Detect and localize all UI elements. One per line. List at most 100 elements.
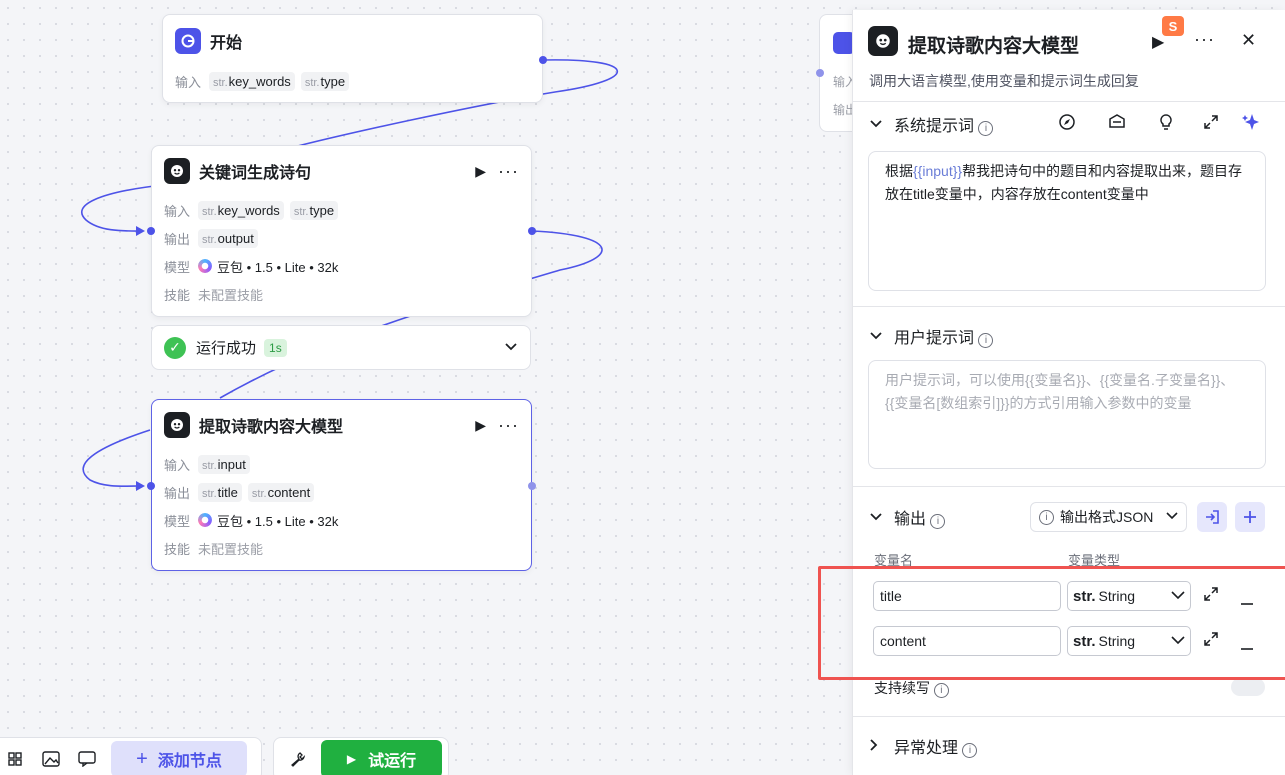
output-variable-type-select[interactable]: str. String (1067, 581, 1191, 611)
chevron-down-icon (1171, 589, 1185, 603)
chevron-down-icon[interactable] (870, 329, 882, 343)
variable-tag: str.title (198, 482, 242, 502)
skill-row: 技能 未配置技能 (152, 280, 531, 308)
user-prompt-editor[interactable]: 用户提示词，可以使用{{变量名}}、{{变量名.子变量名}}、{{变量名[数组索… (868, 360, 1266, 469)
chevron-down-icon (1166, 511, 1178, 523)
remove-icon[interactable] (1240, 638, 1254, 654)
input-row: 输入 str.key_words str.type (163, 67, 542, 95)
more-icon[interactable]: ··· (498, 415, 519, 436)
add-node-button[interactable]: + 添加节点 (111, 741, 247, 775)
output-port[interactable] (539, 56, 547, 64)
input-port[interactable] (147, 482, 155, 490)
output-variable-type-select[interactable]: str. String (1067, 626, 1191, 656)
output-format-select[interactable]: i 输出格式JSON (1030, 502, 1187, 532)
model-name: 豆包 • 1.5 • Lite • 32k (217, 259, 339, 275)
system-prompt-editor[interactable]: 根据{{input}}帮我把诗句中的题目和内容提取出来，题目存放在title变量… (868, 151, 1266, 291)
streaming-toggle[interactable] (1231, 678, 1265, 696)
expand-icon[interactable] (1204, 587, 1218, 604)
divider (853, 486, 1285, 487)
remove-icon[interactable] (1240, 593, 1254, 609)
expand-icon[interactable] (1203, 114, 1219, 134)
divider (853, 716, 1285, 717)
test-run-button[interactable]: ▶ 试运行 (321, 740, 442, 775)
keyword-llm-node[interactable]: 关键词生成诗句 ▶ ··· 输入 str.key_words str.type … (151, 145, 532, 317)
info-icon[interactable]: i (930, 514, 946, 529)
section-title: 输出 i (894, 505, 946, 529)
chevron-right-icon[interactable] (870, 738, 878, 754)
comment-icon[interactable] (69, 742, 105, 775)
output-label: 输出 (164, 231, 191, 247)
section-title: 系统提示词 i (894, 112, 994, 136)
more-icon[interactable]: ··· (498, 161, 519, 182)
ai-sparkle-icon[interactable] (1242, 113, 1260, 135)
panel-description: 调用大语言模型,使用变量和提示词生成回复 (869, 73, 1139, 89)
user-prompt-header[interactable]: 用户提示词 i (853, 321, 1285, 351)
run-toolbar: ▶ 试运行 (273, 737, 449, 775)
more-icon[interactable]: ··· (1194, 29, 1215, 50)
image-icon[interactable] (33, 742, 69, 775)
chevron-down-icon[interactable] (870, 510, 882, 524)
skill-label: 技能 (164, 541, 191, 557)
start-node[interactable]: 开始 输入 str.key_words str.type (162, 14, 543, 103)
info-icon[interactable]: i (978, 121, 994, 136)
grid-icon[interactable] (0, 742, 33, 775)
extract-llm-node[interactable]: 提取诗歌内容大模型 ▶ ··· 输入 str.input 输出 str.titl… (151, 399, 532, 571)
run-status-text: 运行成功 (196, 340, 257, 357)
start-icon (175, 28, 201, 54)
column-header-type: 变量类型 (1068, 553, 1121, 568)
info-icon[interactable]: i (962, 743, 978, 758)
run-node-icon[interactable]: ▶ (475, 417, 486, 434)
system-prompt-header[interactable]: 系统提示词 i (853, 109, 1285, 139)
output-port[interactable] (528, 227, 536, 235)
plus-icon: + (136, 747, 148, 770)
model-label: 模型 (164, 259, 191, 275)
node-title: 关键词生成诗句 (199, 165, 312, 182)
close-icon[interactable]: ✕ (1241, 30, 1256, 51)
variable-tag: str.key_words (209, 71, 295, 91)
lightbulb-icon[interactable] (1158, 113, 1174, 135)
panel-header: 提取诗歌内容大模型 S ▶ ··· ✕ 调用大语言模型,使用变量和提示词生成回复 (853, 10, 1285, 102)
node-config-panel: 提取诗歌内容大模型 S ▶ ··· ✕ 调用大语言模型,使用变量和提示词生成回复… (852, 10, 1285, 775)
add-output-button[interactable] (1235, 502, 1265, 532)
output-variable-name-input[interactable] (873, 626, 1061, 656)
chevron-down-icon[interactable] (504, 340, 518, 355)
llm-icon (164, 158, 190, 184)
wrench-icon[interactable] (280, 742, 315, 775)
library-icon[interactable] (1108, 113, 1126, 135)
play-icon: ▶ (346, 752, 357, 766)
llm-icon (868, 26, 898, 56)
streaming-label: 支持续写 i (874, 678, 949, 698)
skill-value: 未配置技能 (198, 541, 264, 557)
compass-icon[interactable] (1058, 113, 1076, 135)
input-port[interactable] (816, 69, 824, 77)
run-node-icon[interactable]: ▶ (1152, 32, 1164, 52)
input-label: 输入 (164, 203, 191, 219)
skill-label: 技能 (164, 287, 191, 303)
chevron-down-icon[interactable] (870, 117, 882, 131)
wire-extract-loop (82, 429, 151, 488)
exception-header[interactable]: 异常处理 i (853, 731, 1285, 761)
divider (853, 306, 1285, 307)
input-row: 输入 str.key_words str.type (152, 196, 531, 224)
column-header-name: 变量名 (874, 553, 914, 568)
node-title: 开始 (210, 35, 243, 52)
panel-title: 提取诗歌内容大模型 (908, 36, 1080, 57)
node-title: 提取诗歌内容大模型 (199, 419, 344, 436)
info-icon[interactable]: i (978, 333, 994, 348)
model-label: 模型 (164, 513, 191, 529)
run-node-icon[interactable]: ▶ (475, 163, 486, 180)
info-icon[interactable]: i (933, 683, 949, 698)
model-row: 模型 豆包 • 1.5 • Lite • 32k (152, 252, 531, 280)
input-port[interactable] (147, 227, 155, 235)
import-button[interactable] (1197, 502, 1227, 532)
expand-icon[interactable] (1204, 632, 1218, 649)
section-title: 用户提示词 i (894, 324, 994, 348)
variable-tag: str.content (247, 482, 315, 502)
variable-reference: {{input}} (913, 163, 963, 179)
run-status-bar[interactable]: ✓ 运行成功 1s (151, 325, 531, 370)
output-port[interactable] (528, 482, 536, 490)
logo-badge-icon: S (1162, 16, 1184, 36)
input-label: 输入 (175, 74, 202, 90)
output-variable-name-input[interactable] (873, 581, 1061, 611)
run-time-badge: 1s (264, 338, 287, 357)
